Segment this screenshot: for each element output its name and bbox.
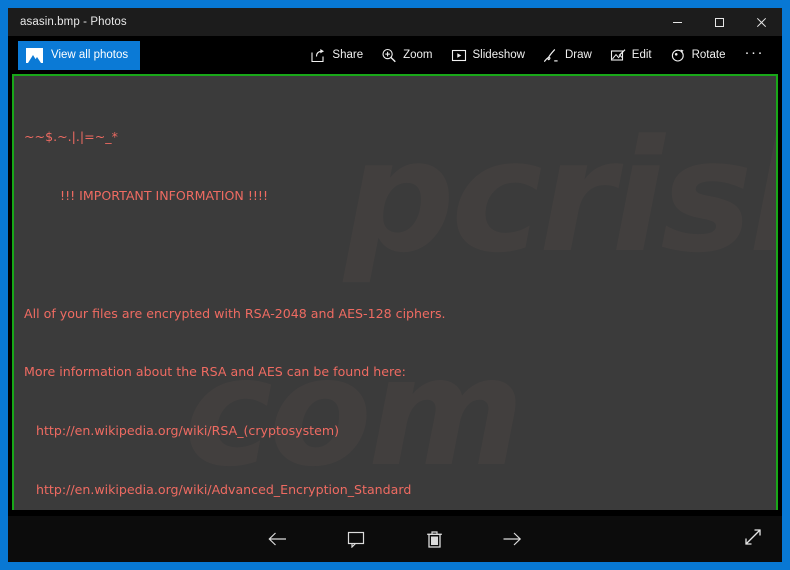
command-bar: View all photos Share Zoom Slideshow Dra… <box>8 36 782 74</box>
close-button[interactable] <box>740 8 782 36</box>
edit-label: Edit <box>631 49 652 61</box>
zoom-button[interactable]: Zoom <box>372 42 441 69</box>
window-title: asasin.bmp - Photos <box>20 16 127 28</box>
minimize-icon <box>672 17 683 28</box>
share-label: Share <box>332 49 364 61</box>
slideshow-button[interactable]: Slideshow <box>442 42 534 69</box>
close-icon <box>756 17 767 28</box>
maximize-button[interactable] <box>698 8 740 36</box>
note-line: All of your files are encrypted with RSA… <box>24 305 446 321</box>
slideshow-icon <box>451 48 467 63</box>
note-line-wiki-aes: http://en.wikipedia.org/wiki/Advanced_En… <box>24 481 412 497</box>
note-line: More information about the RSA and AES c… <box>24 364 406 380</box>
note-line-wiki-rsa: http://en.wikipedia.org/wiki/RSA_(crypto… <box>24 423 340 439</box>
zoom-label: Zoom <box>403 49 433 61</box>
toolbar-actions: Share Zoom Slideshow Draw Edit Rotate ··… <box>301 42 774 69</box>
draw-button[interactable]: Draw <box>534 42 601 69</box>
draw-icon <box>543 48 559 63</box>
photo-collection-icon <box>26 47 43 63</box>
zoom-icon <box>381 48 397 63</box>
note-line-blank <box>24 245 776 265</box>
ransom-note-image: pcrisk com ~~$.~.|.|=~_* !!! IMPORTANT I… <box>12 74 778 516</box>
image-viewer: pcrisk com ~~$.~.|.|=~_* !!! IMPORTANT I… <box>8 74 782 516</box>
view-all-photos-button[interactable]: View all photos <box>18 40 141 70</box>
delete-button[interactable] <box>417 524 451 554</box>
annotate-button[interactable] <box>339 524 373 554</box>
rotate-label: Rotate <box>691 49 726 61</box>
view-all-photos-label: View all photos <box>51 49 129 61</box>
previous-image-button[interactable] <box>261 524 295 554</box>
fullscreen-button[interactable] <box>738 524 768 554</box>
minimize-button[interactable] <box>656 8 698 36</box>
share-button[interactable]: Share <box>301 42 372 69</box>
slideshow-label: Slideshow <box>472 49 525 61</box>
next-image-button[interactable] <box>495 524 529 554</box>
arrow-left-icon <box>267 530 289 548</box>
note-line: ~~$.~.|.|=~_* <box>24 129 118 145</box>
bottom-toolbar <box>8 516 782 562</box>
share-icon <box>310 48 326 63</box>
expand-diagonal-icon <box>743 527 763 552</box>
more-options-button[interactable]: ··· <box>735 44 775 67</box>
arrow-right-icon <box>501 530 523 548</box>
window-controls <box>656 8 782 36</box>
title-bar: asasin.bmp - Photos <box>8 8 782 36</box>
note-line: !!! IMPORTANT INFORMATION !!!! <box>24 187 269 203</box>
edit-icon <box>610 48 626 63</box>
trash-icon <box>426 530 443 549</box>
rotate-icon <box>670 48 686 63</box>
edit-button[interactable]: Edit <box>601 42 661 69</box>
comment-icon <box>347 531 366 548</box>
draw-label: Draw <box>564 49 592 61</box>
maximize-icon <box>714 17 725 28</box>
photos-app-window: asasin.bmp - Photos View all photos Shar… <box>8 8 782 562</box>
desktop-background: asasin.bmp - Photos View all photos Shar… <box>0 0 790 570</box>
rotate-button[interactable]: Rotate <box>661 42 735 69</box>
ransom-note-text: ~~$.~.|.|=~_* !!! IMPORTANT INFORMATION … <box>14 76 776 514</box>
